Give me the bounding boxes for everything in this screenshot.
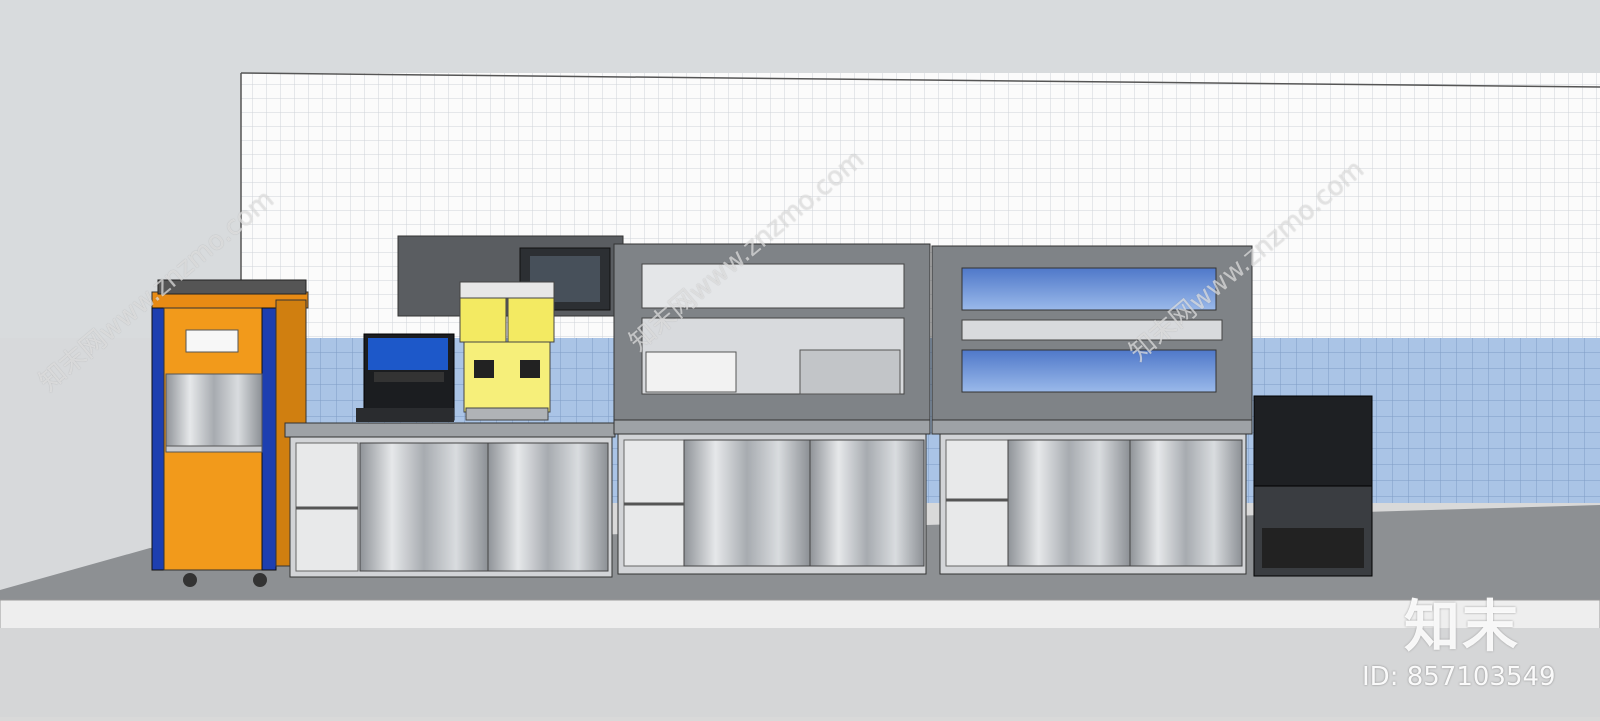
kitchen-render [0, 0, 1600, 717]
soda-machine [356, 333, 455, 422]
counter-left [284, 422, 616, 578]
watermark-id: ID: 857103549 [1362, 662, 1556, 692]
ice-maker [1253, 395, 1373, 577]
scene: 知末网www.znzmo.com 知末网www.znzmo.com 知末网www… [0, 0, 1600, 717]
watermark-logo: 知末 [1404, 595, 1520, 660]
floor-edge [0, 599, 1600, 631]
